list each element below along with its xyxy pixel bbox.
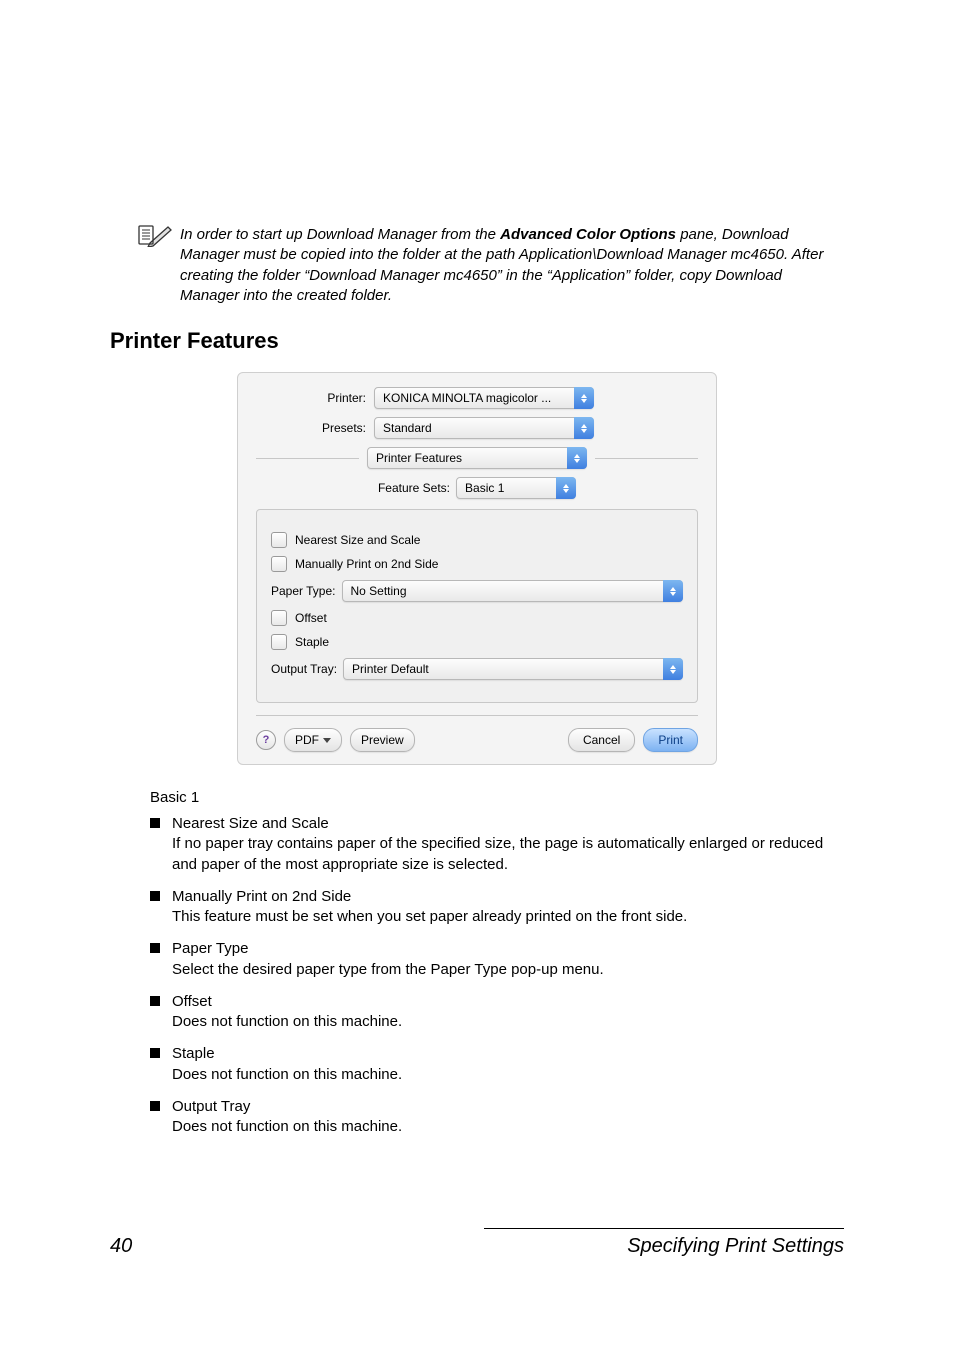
list-item: Offset Does not function on this machine…: [150, 992, 844, 1033]
note-text-pre: In order to start up Download Manager fr…: [180, 226, 500, 243]
list-item-desc: If no paper tray contains paper of the s…: [172, 834, 844, 875]
page-number: 40: [110, 1235, 132, 1258]
output-tray-label: Output Tray:: [271, 662, 337, 676]
paper-type-value: No Setting: [351, 584, 664, 598]
list-item: Staple Does not function on this machine…: [150, 1044, 844, 1085]
list-item: Paper Type Select the desired paper type…: [150, 939, 844, 980]
stepper-icon: [574, 417, 594, 439]
check-manual-2nd-label: Manually Print on 2nd Side: [295, 557, 438, 571]
list-item-title: Offset: [172, 992, 844, 1012]
list-item-desc: This feature must be set when you set pa…: [172, 907, 844, 927]
list-item-title: Nearest Size and Scale: [172, 814, 844, 834]
pane-select[interactable]: Printer Features: [367, 447, 587, 469]
feature-sets-value: Basic 1: [465, 481, 556, 495]
note-text: In order to start up Download Manager fr…: [180, 225, 844, 306]
check-staple-label: Staple: [295, 635, 329, 649]
stepper-icon: [663, 658, 683, 680]
presets-select-value: Standard: [383, 421, 574, 435]
printer-select-value: KONICA MINOLTA magicolor ...: [383, 391, 574, 405]
paper-type-label: Paper Type:: [271, 584, 336, 598]
footer-title: Specifying Print Settings: [627, 1235, 844, 1258]
stepper-icon: [574, 387, 594, 409]
cancel-button[interactable]: Cancel: [568, 728, 635, 752]
help-button[interactable]: ?: [256, 730, 276, 750]
note-icon: [138, 223, 172, 252]
pane-select-value: Printer Features: [376, 451, 567, 465]
pdf-button-label: PDF: [295, 733, 319, 747]
print-button[interactable]: Print: [643, 728, 698, 752]
paper-type-select[interactable]: No Setting: [342, 580, 684, 602]
list-item: Nearest Size and Scale If no paper tray …: [150, 814, 844, 875]
check-staple[interactable]: Staple: [271, 634, 683, 650]
check-manual-2nd[interactable]: Manually Print on 2nd Side: [271, 556, 683, 572]
check-offset[interactable]: Offset: [271, 610, 683, 626]
list-item-desc: Does not function on this machine.: [172, 1117, 844, 1137]
note-block: In order to start up Download Manager fr…: [138, 225, 844, 306]
list-item-desc: Select the desired paper type from the P…: [172, 960, 844, 980]
stepper-icon: [567, 447, 587, 469]
note-text-bold: Advanced Color Options: [500, 226, 676, 243]
page-footer: 40 Specifying Print Settings: [110, 1228, 844, 1258]
check-nearest-size[interactable]: Nearest Size and Scale: [271, 532, 683, 548]
feature-sets-label: Feature Sets:: [378, 481, 456, 495]
subsection-heading: Basic 1: [150, 789, 844, 806]
printer-label: Printer:: [256, 391, 374, 405]
list-item-title: Output Tray: [172, 1097, 844, 1117]
list-item-title: Manually Print on 2nd Side: [172, 887, 844, 907]
list-item-title: Staple: [172, 1044, 844, 1064]
feature-list: Nearest Size and Scale If no paper tray …: [150, 814, 844, 1137]
list-item-desc: Does not function on this machine.: [172, 1065, 844, 1085]
list-item: Manually Print on 2nd Side This feature …: [150, 887, 844, 928]
section-heading: Printer Features: [110, 328, 844, 354]
output-tray-select[interactable]: Printer Default: [343, 658, 683, 680]
list-item-title: Paper Type: [172, 939, 844, 959]
list-item: Output Tray Does not function on this ma…: [150, 1097, 844, 1138]
preview-button[interactable]: Preview: [350, 728, 415, 752]
checkbox-icon: [271, 610, 287, 626]
checkbox-icon: [271, 634, 287, 650]
presets-select[interactable]: Standard: [374, 417, 594, 439]
print-dialog: Printer: KONICA MINOLTA magicolor ... Pr…: [237, 372, 717, 765]
check-nearest-label: Nearest Size and Scale: [295, 533, 420, 547]
printer-select[interactable]: KONICA MINOLTA magicolor ...: [374, 387, 594, 409]
check-offset-label: Offset: [295, 611, 327, 625]
options-panel: Nearest Size and Scale Manually Print on…: [256, 509, 698, 703]
checkbox-icon: [271, 556, 287, 572]
presets-label: Presets:: [256, 421, 374, 435]
stepper-icon: [663, 580, 683, 602]
checkbox-icon: [271, 532, 287, 548]
stepper-icon: [556, 477, 576, 499]
output-tray-value: Printer Default: [352, 662, 663, 676]
feature-sets-select[interactable]: Basic 1: [456, 477, 576, 499]
list-item-desc: Does not function on this machine.: [172, 1012, 844, 1032]
chevron-down-icon: [323, 738, 331, 743]
pdf-button[interactable]: PDF: [284, 728, 342, 752]
